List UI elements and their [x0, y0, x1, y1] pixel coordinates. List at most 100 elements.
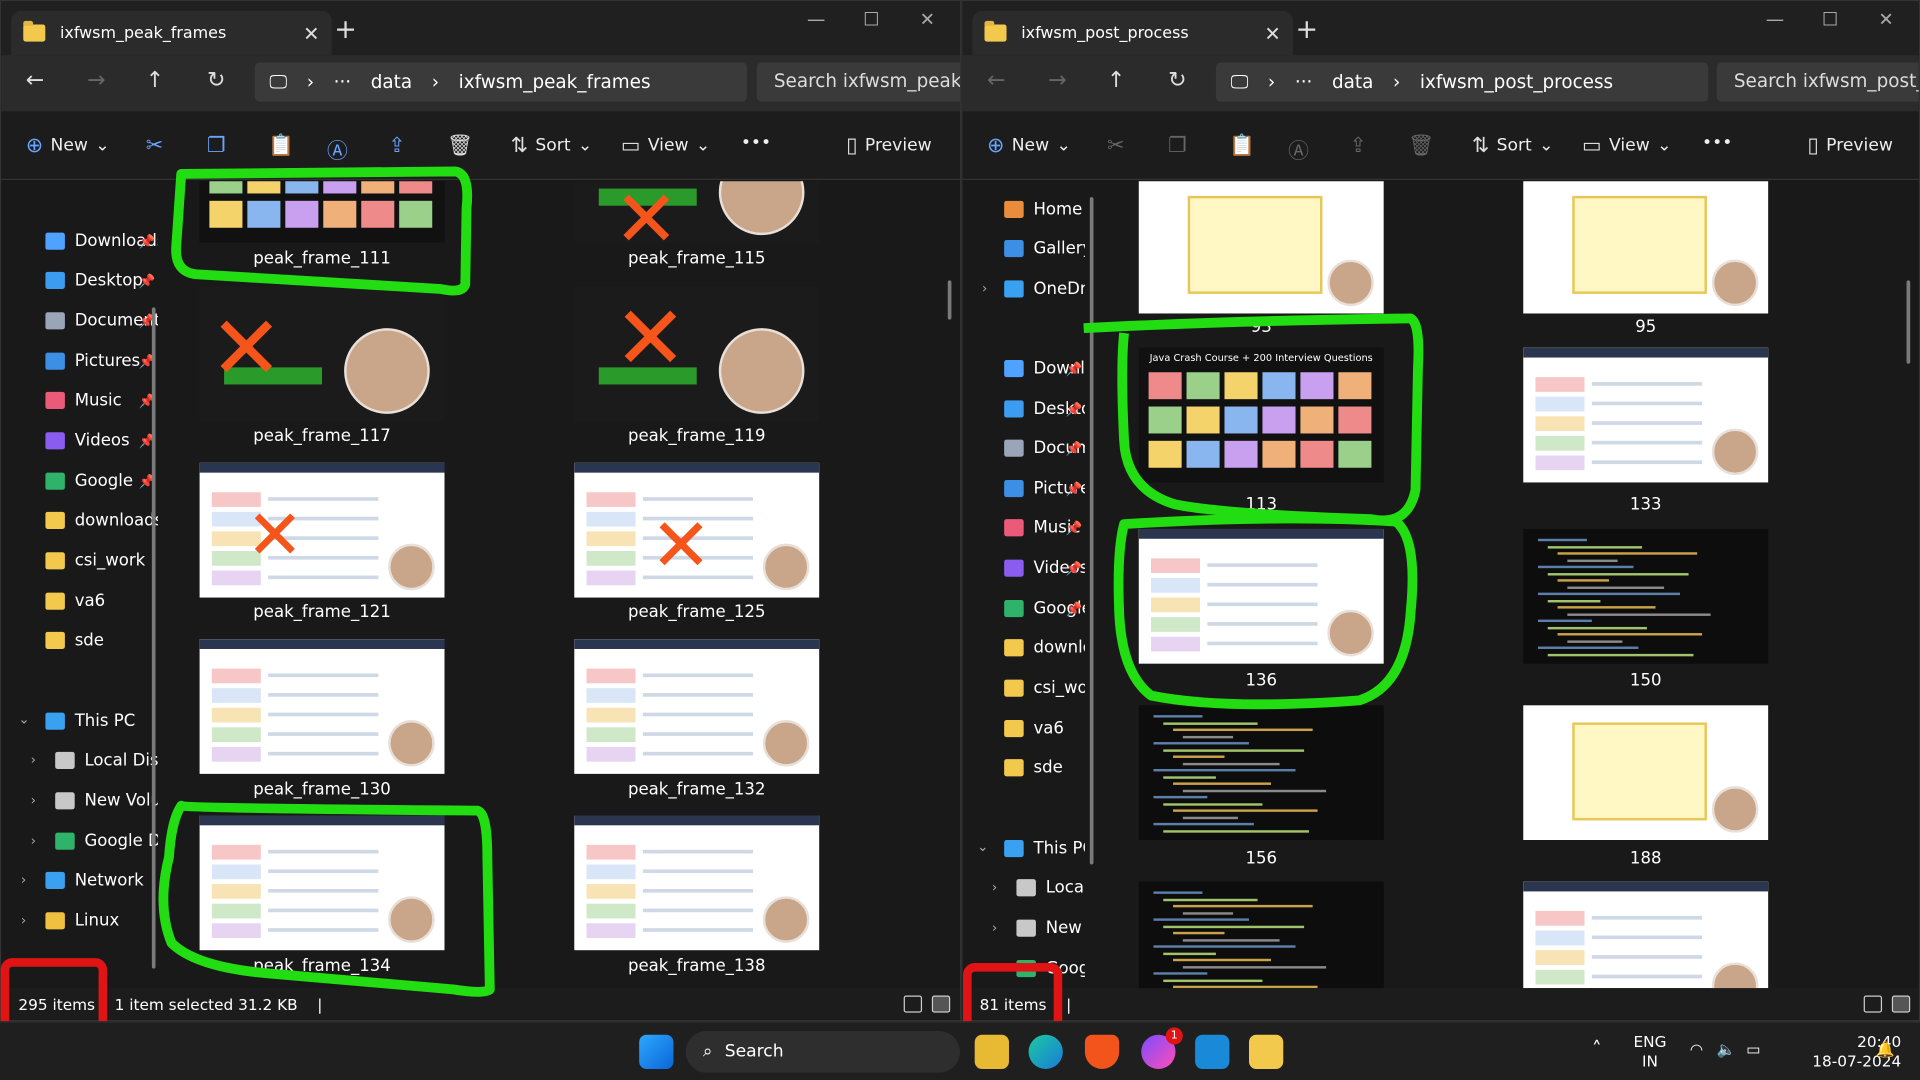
sidebar-item[interactable]: Documents📌 — [1004, 432, 1085, 464]
sidebar-item[interactable]: va6 — [45, 585, 158, 617]
brave-icon[interactable] — [1084, 1034, 1120, 1069]
file-thumbnail[interactable] — [1523, 705, 1769, 841]
close-tab-icon[interactable]: ✕ — [1264, 21, 1280, 44]
sidebar-item[interactable]: sde — [45, 624, 158, 656]
view-button[interactable]: ▭ View ⌄ — [1582, 133, 1671, 157]
sidebar-item[interactable]: downloads — [1004, 632, 1085, 664]
file-name-label[interactable]: peak_frame_111 — [200, 249, 445, 269]
close-tab-icon[interactable]: ✕ — [303, 21, 319, 44]
refresh-icon[interactable]: ↻ — [1168, 67, 1186, 93]
address-bar[interactable]: 🖵 › ··· data › ixfwsm_post_process — [1215, 62, 1709, 102]
sidebar-item[interactable]: Desktop📌 — [45, 264, 158, 296]
file-thumbnail[interactable] — [1138, 881, 1384, 989]
volume-icon[interactable]: 🔈 — [1717, 1040, 1736, 1060]
file-thumbnail[interactable] — [1138, 528, 1384, 664]
file-thumbnail[interactable] — [1138, 705, 1384, 841]
new-button[interactable]: ⊕ New ⌄ — [26, 133, 110, 157]
paste-button[interactable]: 📋 — [268, 133, 294, 157]
maximize-icon[interactable]: ☐ — [1822, 9, 1838, 31]
file-thumbnail[interactable] — [199, 639, 445, 774]
more-options-icon[interactable]: ••• — [741, 133, 771, 153]
sidebar-item[interactable]: Local Disk — [55, 744, 158, 776]
file-name-label[interactable]: 188 — [1523, 849, 1768, 869]
search-input[interactable]: Search ixfwsm_peak_frames — [756, 62, 961, 102]
share-button[interactable]: ⇪ — [388, 133, 405, 157]
file-thumbnail[interactable] — [574, 639, 820, 774]
sidebar-item[interactable]: Pictures📌 — [1004, 473, 1085, 505]
file-thumbnail[interactable] — [1523, 881, 1769, 989]
file-name-label[interactable]: peak_frame_132 — [574, 780, 819, 800]
sidebar-item[interactable]: New Volume — [55, 785, 158, 817]
sidebar-item[interactable]: This PC — [45, 705, 158, 737]
rename-button[interactable]: Ⓐ — [1288, 133, 1309, 164]
chevron-down-icon[interactable]: ⌄ — [18, 711, 29, 727]
chevron-right-icon[interactable]: › — [31, 752, 36, 768]
file-explorer-icon[interactable] — [974, 1034, 1009, 1069]
file-thumbnail[interactable] — [199, 181, 445, 243]
file-name-label[interactable]: 150 — [1523, 671, 1768, 691]
file-name-label[interactable]: 93 — [1139, 317, 1384, 337]
forward-icon[interactable]: → — [1048, 67, 1066, 93]
sidebar-item[interactable]: Google Drive — [1016, 953, 1085, 985]
sidebar-item[interactable]: Google📌 — [45, 465, 158, 497]
file-thumbnail[interactable] — [199, 462, 445, 598]
sidebar-item[interactable]: Videos 📌 — [45, 425, 158, 457]
more-path-icon[interactable]: ··· — [1295, 71, 1313, 93]
file-name-label[interactable]: peak_frame_125 — [574, 602, 819, 622]
tab-peak-frames[interactable]: ixfwsm_peak_frames ✕ — [11, 11, 332, 56]
sidebar-item[interactable]: csi_work — [1004, 672, 1085, 704]
breadcrumb-data[interactable]: data — [371, 71, 412, 93]
sidebar-item[interactable]: csi_work — [45, 545, 158, 577]
view-button[interactable]: ▭ View ⌄ — [621, 133, 710, 157]
more-options-icon[interactable]: ••• — [1702, 133, 1732, 153]
chevron-right-icon[interactable]: › — [31, 792, 36, 808]
details-view-icon[interactable] — [903, 995, 923, 1013]
sidebar-item[interactable]: Google Drive — [55, 825, 158, 857]
minimize-icon[interactable]: — — [1766, 9, 1784, 31]
breadcrumb-folder[interactable]: ixfwsm_post_process — [1420, 71, 1613, 93]
delete-button[interactable]: 🗑 — [1408, 133, 1434, 157]
sidebar-item[interactable]: Documents📌 — [45, 305, 158, 337]
file-thumbnail[interactable]: Java Crash Course + 200 Interview Questi… — [1138, 347, 1384, 483]
rename-button[interactable]: Ⓐ — [327, 133, 348, 164]
chevron-down-icon[interactable]: ⌄ — [977, 839, 988, 855]
chevron-right-icon[interactable]: › — [21, 872, 26, 888]
new-tab-button[interactable]: + — [334, 17, 357, 44]
file-name-label[interactable]: 156 — [1139, 849, 1384, 869]
close-window-icon[interactable]: ✕ — [920, 9, 935, 31]
grid-scrollbar[interactable] — [947, 280, 952, 320]
forward-icon[interactable]: → — [87, 67, 105, 93]
file-name-label[interactable]: peak_frame_138 — [574, 956, 819, 976]
sidebar-item[interactable]: Downloads📌 — [1004, 353, 1085, 385]
sidebar-item[interactable]: downloads — [45, 504, 158, 536]
file-name-label[interactable]: 113 — [1139, 495, 1384, 515]
chevron-right-icon[interactable]: › — [982, 280, 987, 296]
notification-icon[interactable]: 🔔 — [1876, 1040, 1895, 1060]
chevron-right-icon[interactable]: › — [992, 920, 997, 936]
file-name-label[interactable]: peak_frame_119 — [574, 426, 819, 446]
vscode-icon[interactable] — [1195, 1034, 1230, 1069]
minimize-icon[interactable]: — — [807, 9, 825, 31]
tab-post-process[interactable]: ixfwsm_post_process ✕ — [972, 11, 1294, 56]
refresh-icon[interactable]: ↻ — [207, 67, 225, 93]
close-window-icon[interactable]: ✕ — [1878, 9, 1893, 31]
chevron-right-icon[interactable]: › — [31, 833, 36, 849]
sidebar-item[interactable]: Google📌 — [1004, 593, 1085, 625]
copy-button[interactable]: ❐ — [207, 133, 226, 157]
file-name-label[interactable]: peak_frame_130 — [200, 780, 445, 800]
preview-button[interactable]: ▯ Preview — [846, 133, 932, 157]
chevron-right-icon[interactable]: › — [992, 879, 997, 895]
file-thumbnail[interactable] — [199, 815, 445, 951]
file-thumbnail[interactable] — [574, 181, 820, 243]
file-thumbnail[interactable] — [574, 286, 820, 422]
file-thumbnail[interactable] — [1523, 181, 1769, 314]
sidebar-scrollbar[interactable] — [151, 307, 156, 969]
preview-button[interactable]: ▯ Preview — [1807, 133, 1893, 157]
new-button[interactable]: ⊕ New ⌄ — [987, 133, 1071, 157]
details-view-icon[interactable] — [1863, 995, 1883, 1013]
back-icon[interactable]: ← — [987, 67, 1005, 93]
cut-button[interactable]: ✂ — [146, 133, 163, 157]
sidebar-item[interactable]: This PC — [1004, 833, 1085, 865]
sidebar-item[interactable]: Desktop📌 — [1004, 393, 1085, 425]
sidebar-item[interactable]: sde — [1004, 752, 1085, 784]
